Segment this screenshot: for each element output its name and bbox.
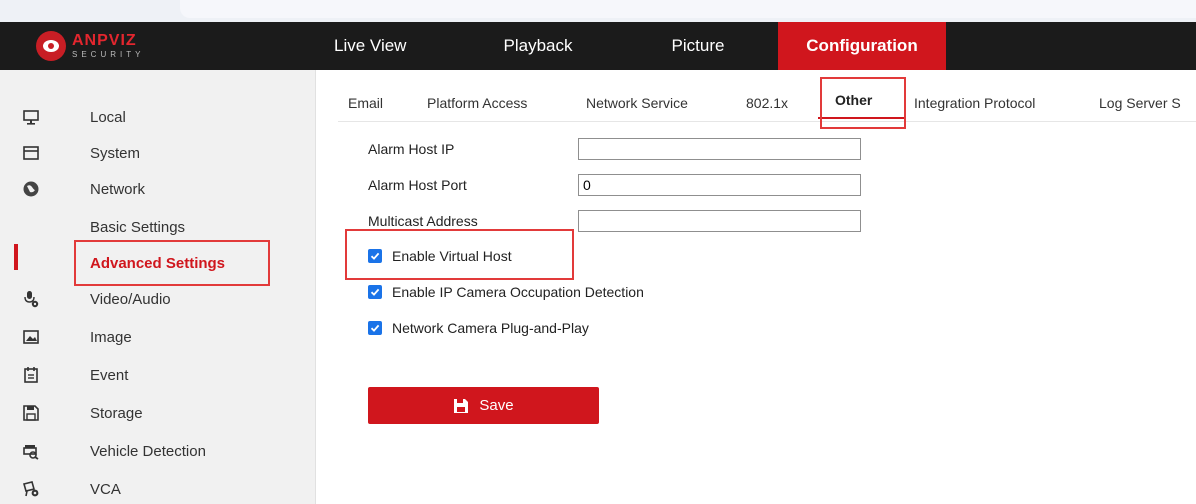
brand-tagline: SECURITY <box>72 50 145 59</box>
save-button[interactable]: Save <box>368 387 599 424</box>
nav-live-view[interactable]: Live View <box>318 22 458 70</box>
brand-logo: ANPVIZ SECURITY <box>36 30 144 62</box>
sidebar-item-vehicle-detection[interactable]: Vehicle Detection <box>0 432 316 470</box>
sidebar-item-system[interactable]: System <box>0 134 316 172</box>
image-icon <box>20 326 42 348</box>
event-icon <box>20 364 42 386</box>
highlight-virtual-host <box>345 229 574 280</box>
enable-ip-camera-occupation-label: Enable IP Camera Occupation Detection <box>392 284 644 300</box>
sidebar-item-label: Storage <box>90 404 143 422</box>
sidebar-item-label: Local <box>90 108 126 126</box>
globe-icon <box>20 178 42 200</box>
tab-platform-access[interactable]: Platform Access <box>427 95 527 111</box>
network-camera-plug-and-play-label: Network Camera Plug-and-Play <box>392 320 589 336</box>
vca-icon <box>20 478 42 500</box>
highlight-other-tab <box>820 77 906 129</box>
alarm-host-ip-label: Alarm Host IP <box>368 141 455 157</box>
alarm-host-port-label: Alarm Host Port <box>368 177 467 193</box>
microphone-icon <box>20 288 42 310</box>
multicast-address-input[interactable] <box>578 210 861 232</box>
browser-top-strip <box>0 0 1196 22</box>
sidebar-item-label: Network <box>90 180 146 198</box>
tab-network-service[interactable]: Network Service <box>586 95 688 111</box>
tab-separator <box>338 121 1196 122</box>
nav-configuration[interactable]: Configuration <box>778 22 946 70</box>
main-nav: Live View Playback Picture Configuration <box>318 22 946 70</box>
enable-ip-camera-occupation-checkbox[interactable]: Enable IP Camera Occupation Detection <box>368 282 644 302</box>
sidebar: Local System Network Basic Settings Adva… <box>0 70 316 504</box>
active-indicator <box>14 244 18 270</box>
sidebar-item-label: Basic Settings <box>90 218 186 236</box>
address-area <box>180 0 1196 18</box>
sidebar-item-storage[interactable]: Storage <box>0 394 316 432</box>
sidebar-item-local[interactable]: Local <box>0 98 316 136</box>
tab-802-1x[interactable]: 802.1x <box>746 95 788 111</box>
sidebar-item-label: Image <box>90 328 132 346</box>
sidebar-item-image[interactable]: Image <box>0 318 316 356</box>
top-header: ANPVIZ SECURITY Live View Playback Pictu… <box>0 22 1196 70</box>
system-icon <box>20 142 42 164</box>
alarm-host-port-input[interactable] <box>578 174 861 196</box>
sidebar-item-network[interactable]: Network <box>0 170 316 208</box>
multicast-address-label: Multicast Address <box>368 213 478 229</box>
alarm-host-ip-input[interactable] <box>578 138 861 160</box>
floppy-disk-icon <box>453 398 469 414</box>
save-label: Save <box>479 397 514 414</box>
floppy-disk-icon <box>20 402 42 424</box>
logo-eye-icon <box>36 31 66 61</box>
sidebar-item-label: System <box>90 144 141 162</box>
checkbox-checked-icon[interactable] <box>368 321 382 335</box>
highlight-advanced-settings <box>74 240 270 286</box>
tab-email[interactable]: Email <box>348 95 383 111</box>
sidebar-item-label: Vehicle Detection <box>90 442 206 460</box>
sidebar-item-event[interactable]: Event <box>0 356 316 394</box>
checkbox-checked-icon[interactable] <box>368 285 382 299</box>
sidebar-item-label: Video/Audio <box>90 290 171 308</box>
nav-playback[interactable]: Playback <box>458 22 618 70</box>
vehicle-icon <box>20 440 42 462</box>
nav-picture[interactable]: Picture <box>618 22 778 70</box>
sidebar-item-label: Event <box>90 366 129 384</box>
tab-bar: Email Platform Access Network Service 80… <box>316 70 1196 122</box>
tab-integration-protocol[interactable]: Integration Protocol <box>914 95 1035 111</box>
network-camera-plug-and-play-checkbox[interactable]: Network Camera Plug-and-Play <box>368 318 589 338</box>
sidebar-item-label: VCA <box>90 480 121 498</box>
sidebar-item-vca[interactable]: VCA <box>0 470 316 504</box>
brand-name: ANPVIZ <box>72 32 137 49</box>
tab-log-server[interactable]: Log Server S <box>1099 95 1181 111</box>
monitor-icon <box>20 106 42 128</box>
